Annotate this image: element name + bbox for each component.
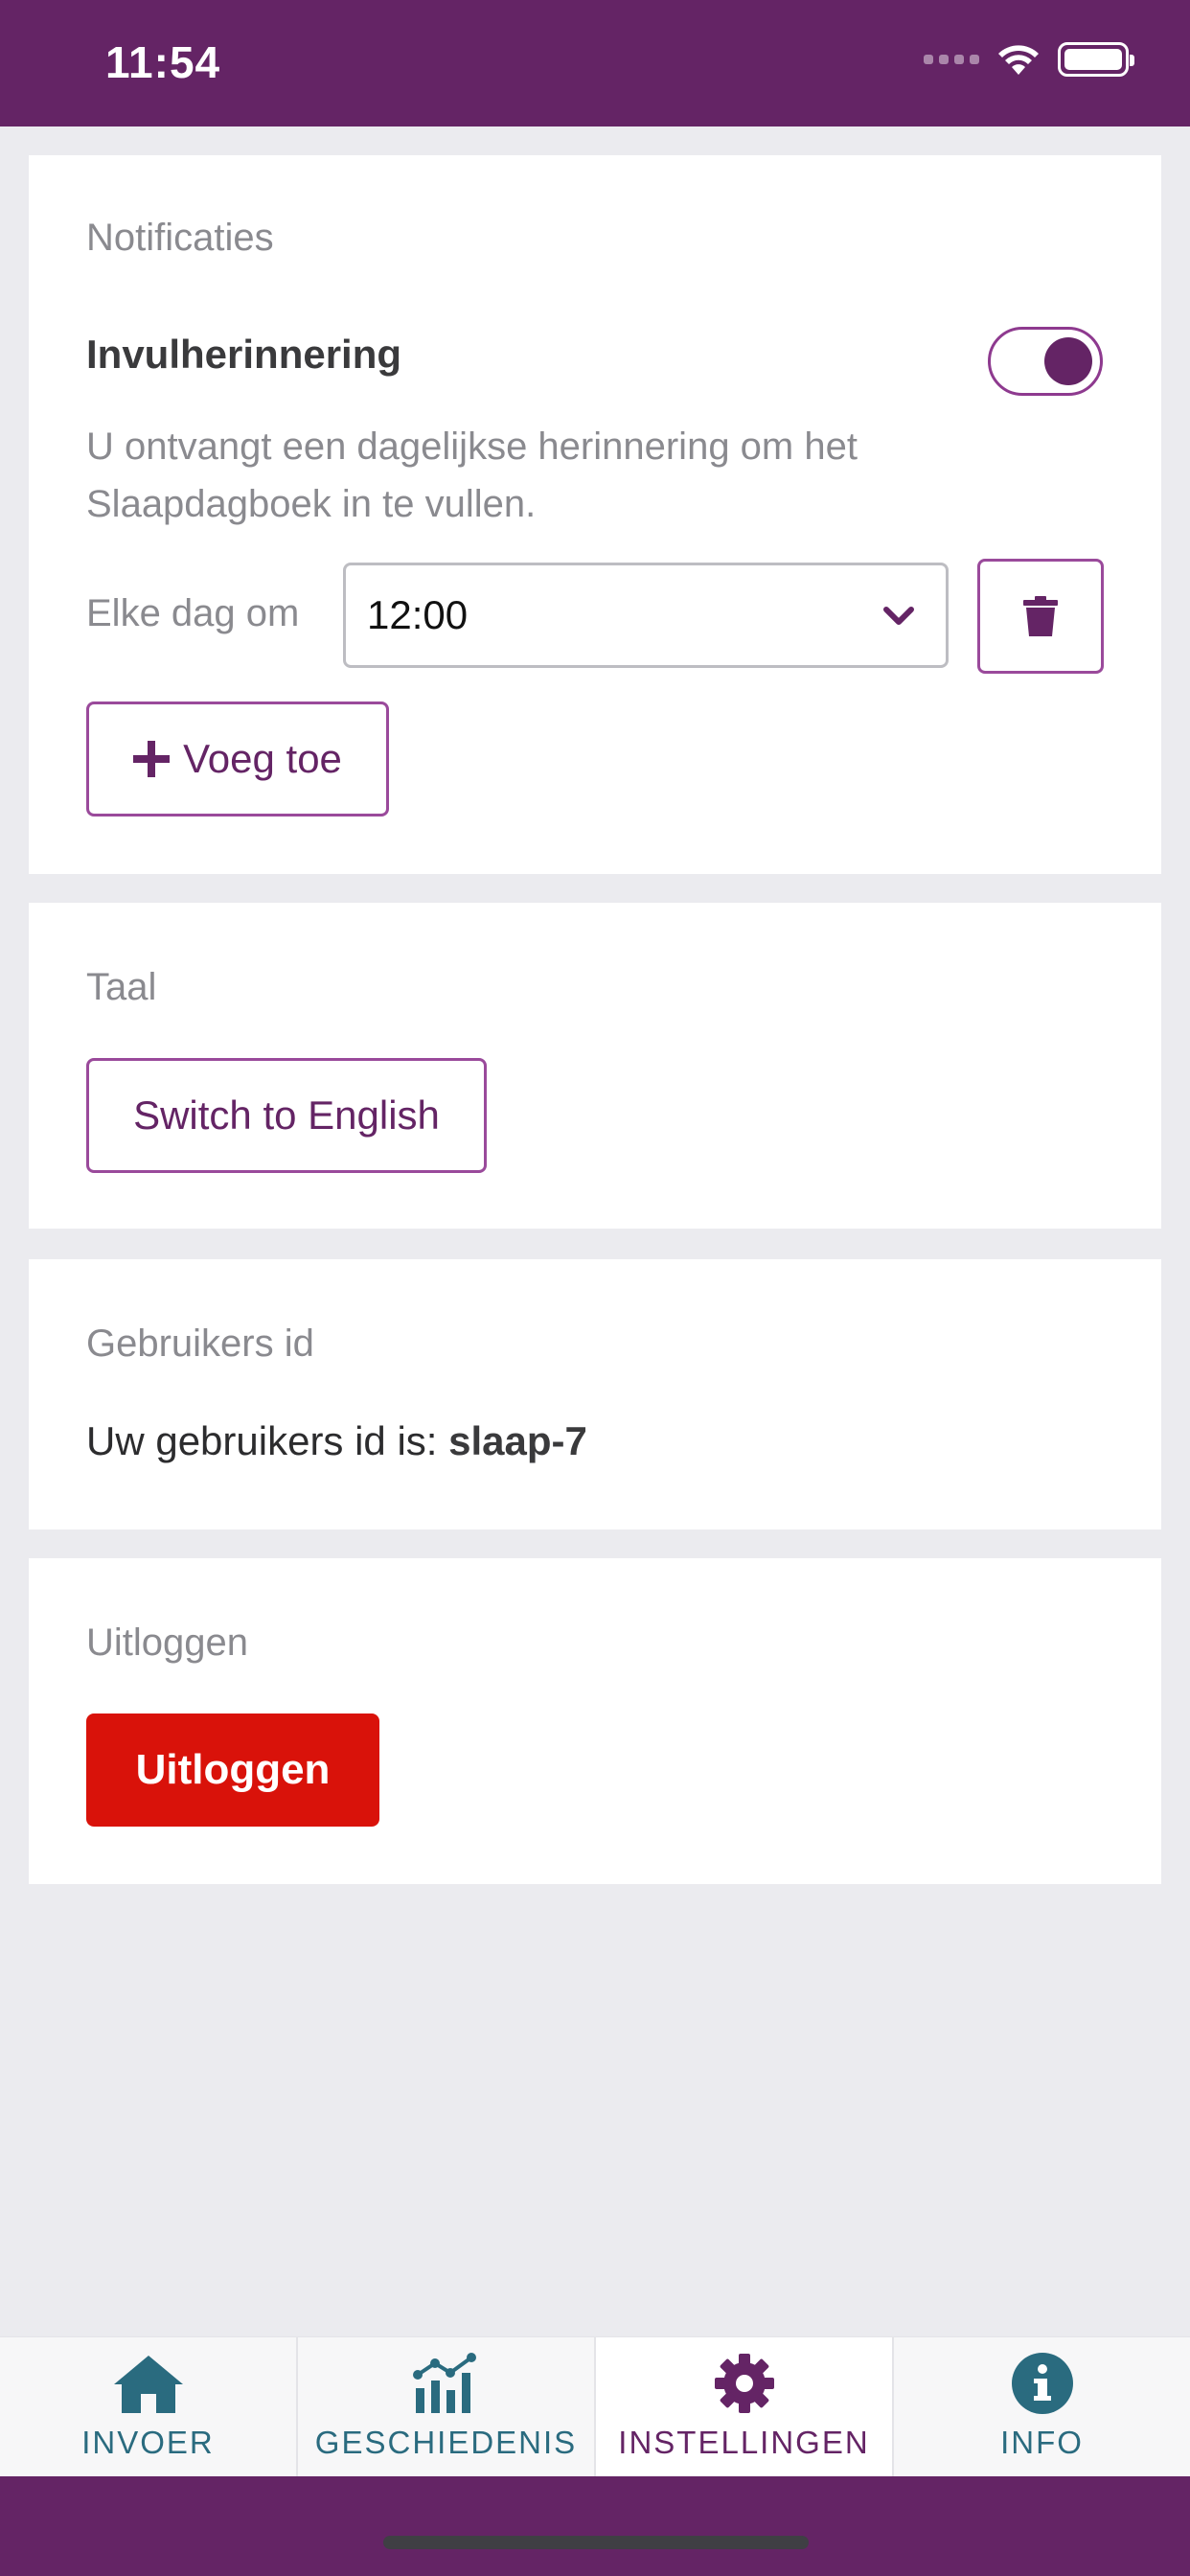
home-icon: [113, 2356, 183, 2413]
notifications-section-title: Notificaties: [86, 217, 274, 259]
logout-button[interactable]: Uitloggen: [86, 1714, 379, 1827]
user-id-text: Uw gebruikers id is: slaap-7: [86, 1418, 587, 1464]
user-id-section-title: Gebruikers id: [86, 1322, 314, 1365]
tab-geschiedenis-label: GESCHIEDENIS: [314, 2425, 578, 2460]
chevron-down-icon: [883, 607, 914, 625]
switch-language-button[interactable]: Switch to English: [86, 1058, 487, 1173]
add-time-label: Voeg toe: [183, 736, 342, 781]
chart-icon: [412, 2353, 476, 2413]
tab-invoer-label: INVOER: [81, 2425, 215, 2460]
tab-geschiedenis[interactable]: GESCHIEDENIS: [298, 2337, 596, 2476]
reminder-title: Invulherinnering: [86, 332, 402, 377]
status-icons: [924, 42, 1134, 77]
plus-icon: [133, 741, 171, 777]
signal-icon: [924, 55, 979, 64]
user-id-value: slaap-7: [448, 1418, 587, 1463]
home-indicator[interactable]: [383, 2536, 809, 2549]
logout-card: Uitloggen Uitloggen: [29, 1558, 1161, 1884]
logout-section-title: Uitloggen: [86, 1622, 249, 1664]
language-section-title: Taal: [86, 966, 157, 1008]
user-id-prefix: Uw gebruikers id is:: [86, 1418, 449, 1463]
bottom-bar: [0, 2476, 1190, 2576]
user-id-card: Gebruikers id Uw gebruikers id is: slaap…: [29, 1259, 1161, 1530]
reminder-toggle[interactable]: [988, 327, 1103, 396]
reminder-description-line2: Slaapdagboek in te vullen.: [86, 483, 537, 525]
tab-instellingen[interactable]: INSTELLINGEN: [596, 2337, 894, 2476]
wifi-icon: [998, 45, 1039, 75]
time-select[interactable]: 12:00: [343, 563, 949, 668]
notifications-card: Notificaties Invulherinnering U ontvangt…: [29, 155, 1161, 874]
delete-time-button[interactable]: [977, 559, 1104, 674]
language-card: Taal Switch to English: [29, 903, 1161, 1229]
reminder-description-line1: U ontvangt een dagelijkse herinnering om…: [86, 426, 858, 468]
add-time-button[interactable]: Voeg toe: [86, 702, 389, 816]
gear-icon: [714, 2354, 774, 2413]
status-bar: 11:54: [0, 0, 1190, 126]
trash-icon: [1023, 596, 1058, 636]
time-select-value: 12:00: [367, 592, 469, 637]
tab-instellingen-label: INSTELLINGEN: [618, 2425, 870, 2460]
status-time: 11:54: [105, 37, 221, 87]
reminder-description: U ontvangt een dagelijkse herinnering om…: [86, 418, 858, 533]
battery-icon: [1058, 42, 1134, 77]
info-icon: [1011, 2353, 1073, 2414]
tab-bar: INVOER GESCHIEDENIS INSTELLINGEN INFO: [0, 2336, 1190, 2476]
daily-label: Elke dag om: [86, 592, 300, 634]
tab-info-label: INFO: [1000, 2425, 1084, 2460]
tab-invoer[interactable]: INVOER: [0, 2337, 298, 2476]
toggle-knob: [1044, 337, 1092, 385]
tab-info[interactable]: INFO: [894, 2337, 1190, 2476]
